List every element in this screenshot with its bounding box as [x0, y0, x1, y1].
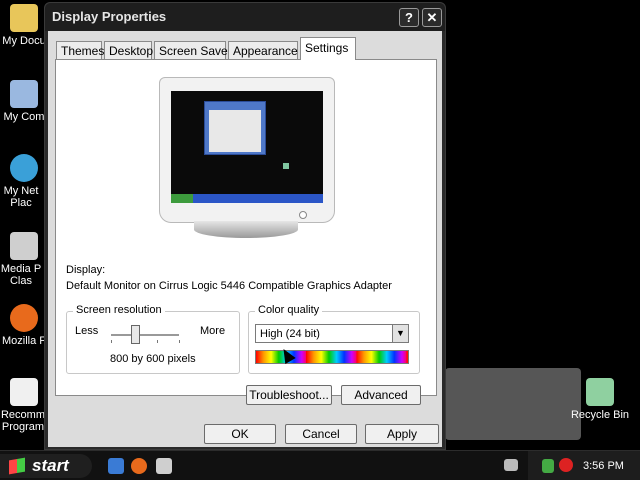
document-icon — [10, 378, 38, 406]
firefox-icon[interactable] — [131, 458, 147, 474]
firefox-icon — [10, 304, 38, 332]
tab-desktop[interactable]: Desktop — [104, 41, 153, 59]
apply-button[interactable]: Apply — [365, 424, 439, 444]
ie-icon[interactable] — [108, 458, 124, 474]
color-quality-title: Color quality — [255, 304, 323, 316]
slider-tick — [179, 340, 180, 343]
folder-icon — [10, 4, 38, 32]
monitor-preview — [159, 77, 335, 223]
chevron-down-icon[interactable]: ▼ — [392, 325, 408, 342]
color-quality-value: High (24 bit) — [260, 328, 320, 340]
windows-logo-icon — [9, 457, 25, 475]
tab-screen-saver[interactable]: Screen Saver — [154, 41, 232, 59]
less-label: Less — [75, 325, 99, 337]
title-bar[interactable]: Display Properties ? ✕ — [45, 3, 445, 31]
help-button[interactable]: ? — [399, 8, 419, 27]
screen-resolution-title: Screen resolution — [73, 304, 165, 316]
recycle-bin-icon — [586, 378, 614, 406]
desktop-icon-label: Media P Clas — [0, 263, 42, 287]
advanced-button[interactable]: Advanced — [341, 385, 421, 405]
power-button-icon — [299, 211, 307, 219]
keyboard-icon[interactable] — [504, 459, 518, 471]
display-adapter-name: Default Monitor on Cirrus Logic 5446 Com… — [66, 280, 392, 292]
slider-tick — [157, 340, 158, 343]
preview-window — [204, 101, 266, 155]
display-properties-window: Display Properties ? ✕ Themes Desktop Sc… — [44, 2, 446, 450]
display-label: Display: — [66, 264, 106, 276]
start-button[interactable]: start — [0, 454, 92, 478]
resolution-slider-thumb[interactable] — [131, 325, 140, 344]
color-quality-select[interactable]: High (24 bit) ▼ — [255, 324, 409, 343]
clock[interactable]: 3:56 PM — [583, 460, 624, 472]
screen-resolution-group: Screen resolution Less More 800 by 600 p… — [66, 304, 240, 374]
more-label: More — [200, 325, 226, 337]
media-player-icon — [10, 232, 38, 260]
preview-taskbar — [171, 194, 323, 203]
troubleshoot-button[interactable]: Troubleshoot... — [246, 385, 332, 405]
tab-themes[interactable]: Themes — [56, 41, 104, 59]
tab-appearance[interactable]: Appearance — [228, 41, 298, 59]
settings-panel: Display: Default Monitor on Cirrus Logic… — [55, 59, 437, 405]
desktop-icon-label: Recomm Program — [0, 409, 45, 433]
media-player-icon[interactable] — [156, 458, 172, 474]
window-title: Display Properties — [52, 9, 167, 24]
taskbar: start 3:56 PM — [0, 450, 640, 480]
dialog-client-area: Themes Desktop Screen Saver Appearance S… — [48, 31, 442, 447]
cancel-button[interactable]: Cancel — [285, 424, 357, 444]
network-icon — [10, 154, 38, 182]
start-label: start — [32, 456, 69, 475]
preview-start-button — [171, 194, 193, 203]
preview-desktop-icon — [283, 163, 289, 169]
ok-button[interactable]: OK — [204, 424, 276, 444]
tab-settings[interactable]: Settings — [300, 37, 356, 60]
resolution-slider-track[interactable] — [111, 334, 179, 336]
desktop-icon-label: My Net Plac — [3, 185, 39, 209]
resolution-value: 800 by 600 pixels — [110, 353, 196, 365]
slider-tick — [111, 340, 112, 343]
notification-balloon — [445, 368, 581, 440]
network-status-icon[interactable] — [542, 459, 554, 473]
color-quality-group: Color quality High (24 bit) ▼ — [248, 304, 420, 374]
monitor-stand — [194, 221, 298, 238]
close-button[interactable]: ✕ — [422, 8, 442, 27]
computer-icon — [10, 80, 38, 108]
monitor-screen — [171, 91, 323, 203]
security-alert-icon[interactable] — [559, 458, 573, 472]
